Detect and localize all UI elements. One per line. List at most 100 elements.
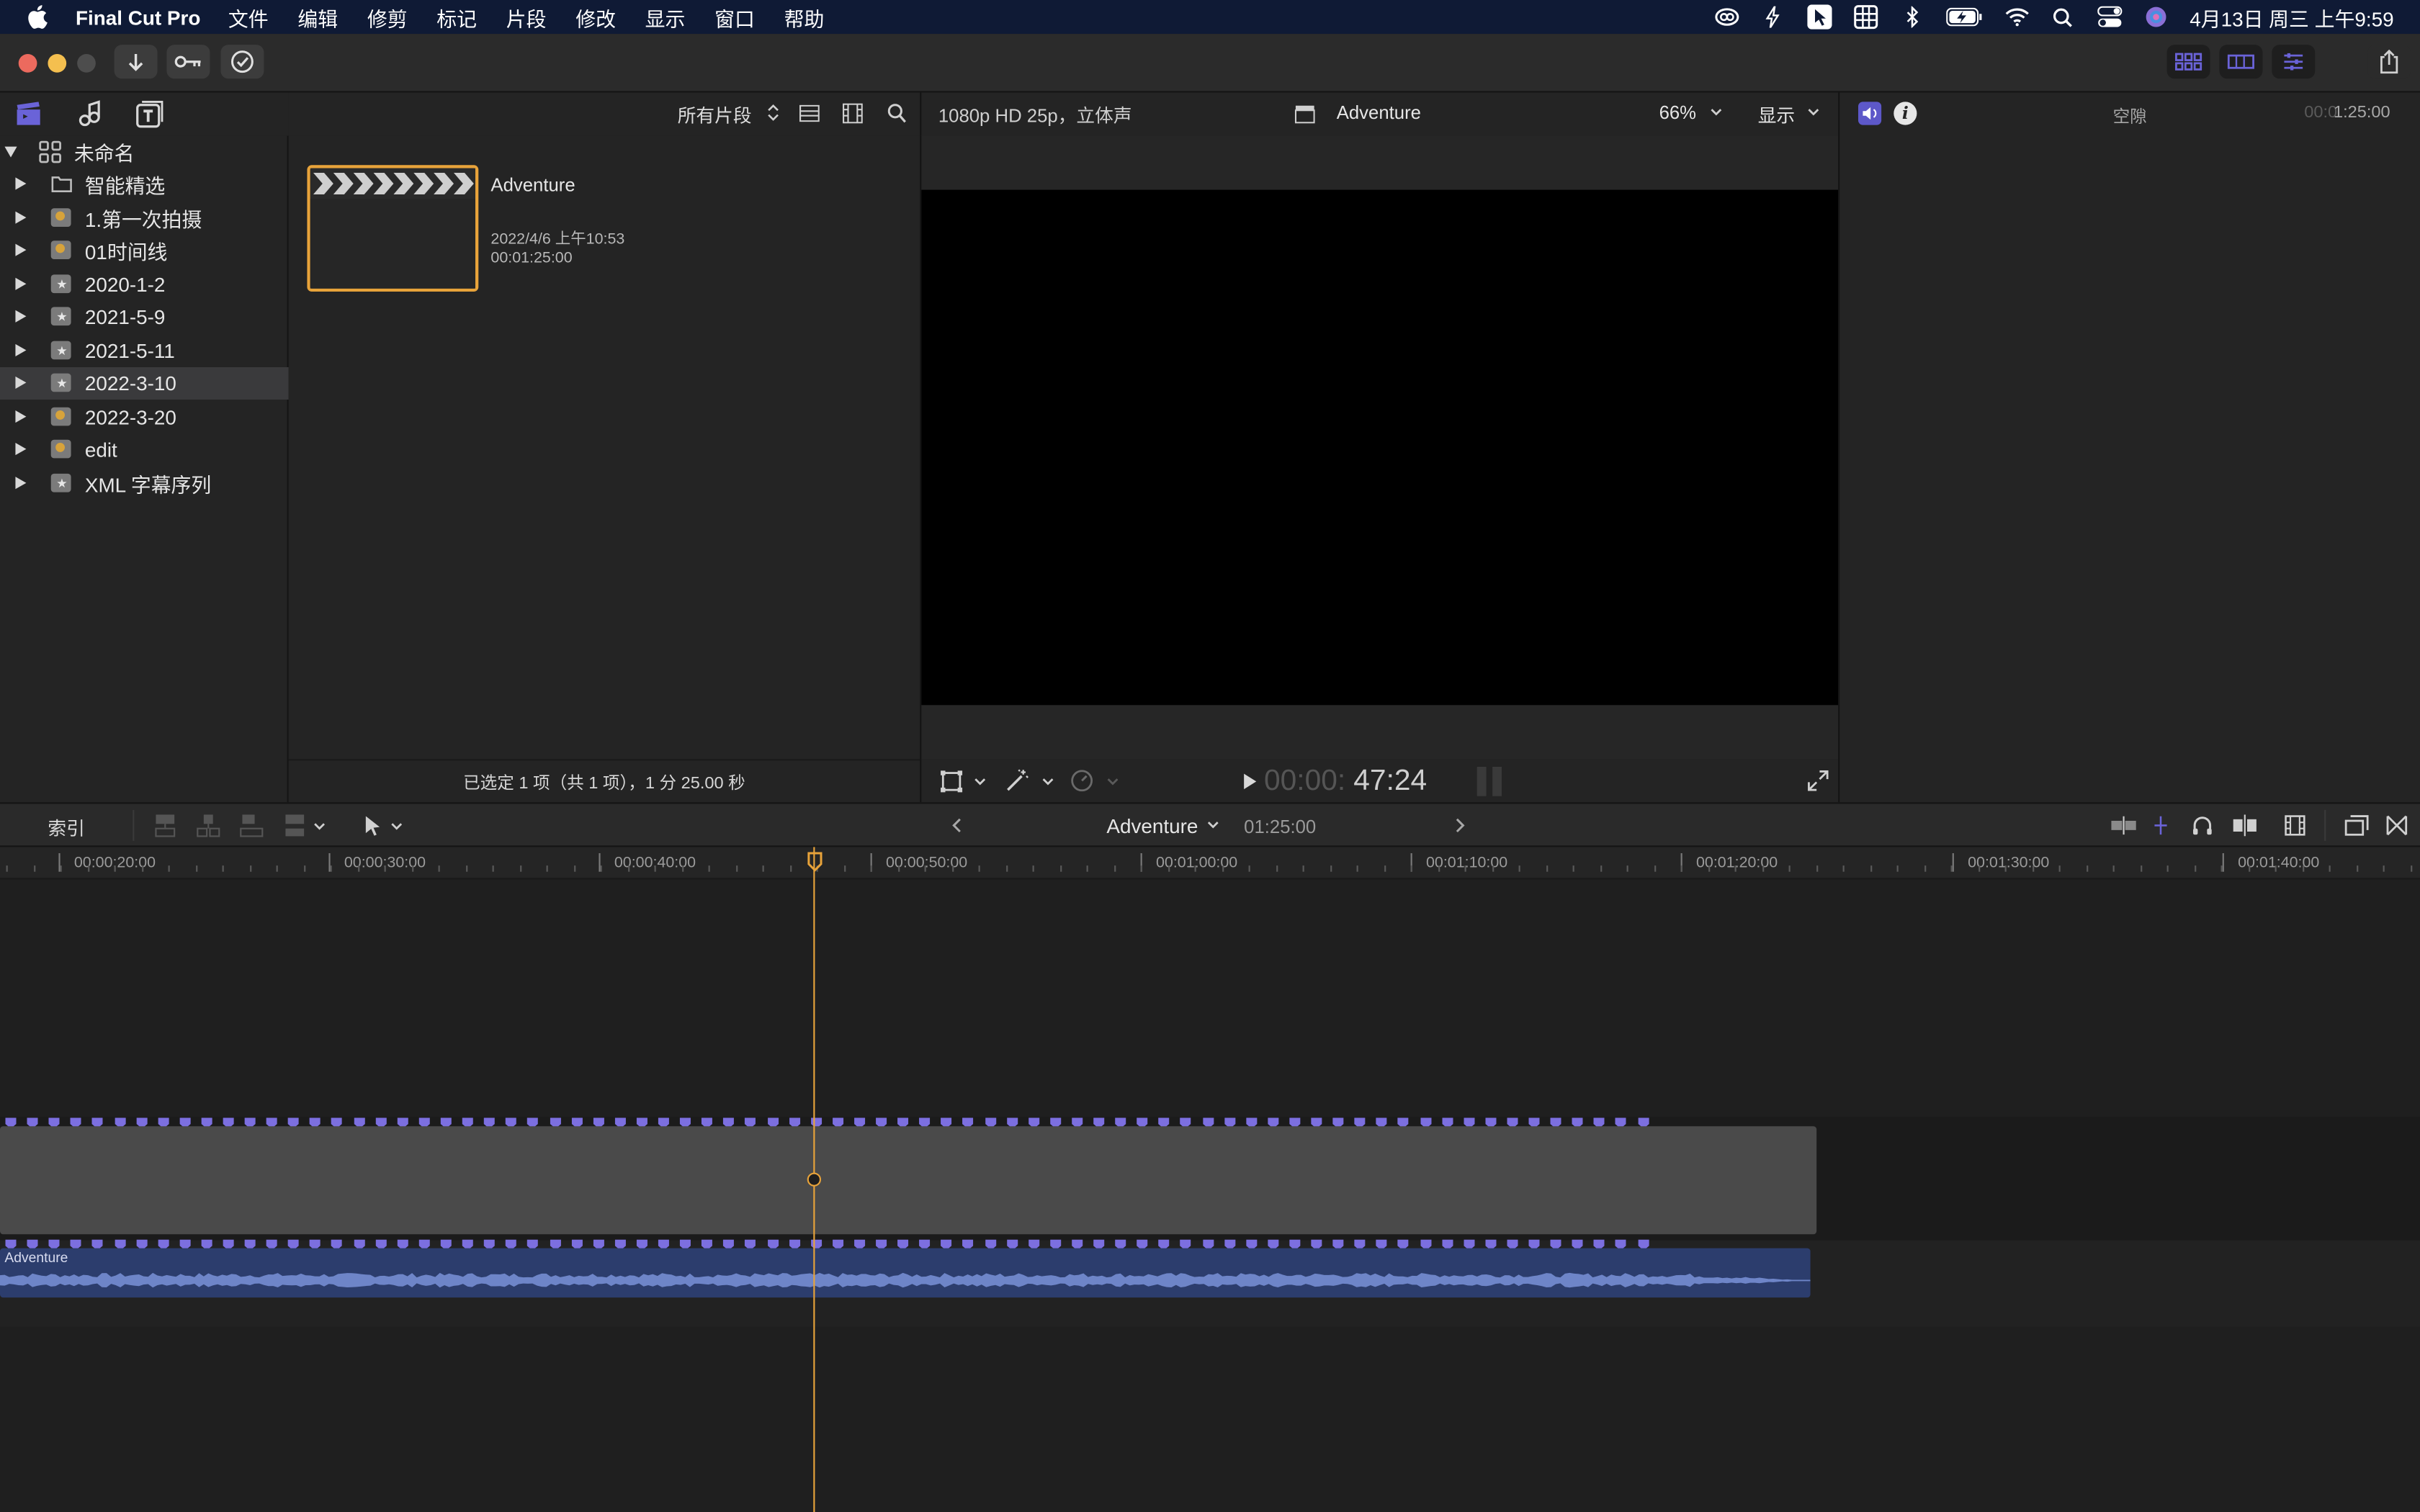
menu-modify[interactable]: 修改 bbox=[575, 2, 616, 32]
transform-icon[interactable] bbox=[940, 770, 963, 793]
select-tool-arrow-icon[interactable] bbox=[364, 814, 383, 837]
zoom-window-button[interactable] bbox=[77, 54, 96, 73]
menu-view[interactable]: 显示 bbox=[645, 2, 686, 32]
chevron-down-icon[interactable] bbox=[1106, 778, 1119, 787]
play-icon[interactable] bbox=[1242, 773, 1258, 791]
append-clip-icon[interactable] bbox=[239, 813, 264, 837]
spotlight-search-icon[interactable] bbox=[2051, 4, 2075, 29]
sidebar-item-event-selected[interactable]: ★ 2022-3-10 bbox=[0, 366, 289, 400]
creative-cloud-icon[interactable] bbox=[1714, 4, 1739, 29]
timeline-project-name[interactable]: Adventure bbox=[1106, 814, 1198, 837]
disclosure-open-icon[interactable] bbox=[4, 146, 17, 158]
disclosure-closed-icon[interactable] bbox=[15, 343, 27, 356]
photos-audio-tab[interactable] bbox=[76, 100, 104, 135]
share-button[interactable] bbox=[2367, 45, 2411, 79]
minimize-window-button[interactable] bbox=[48, 54, 67, 73]
headphones-icon[interactable] bbox=[2192, 814, 2213, 836]
menubar-clock[interactable]: 4月13日 周三 上午9:59 bbox=[2190, 2, 2393, 32]
keywords-button[interactable] bbox=[166, 45, 210, 79]
sidebar-item-smart-collections[interactable]: 智能精选 bbox=[0, 168, 289, 201]
effects-browser-icon[interactable] bbox=[2344, 814, 2369, 836]
menu-mark[interactable]: 标记 bbox=[436, 2, 477, 32]
timeline-area[interactable]: Adventure bbox=[0, 847, 2420, 1512]
disclosure-closed-icon[interactable] bbox=[15, 310, 27, 323]
background-tasks-button[interactable] bbox=[220, 45, 264, 79]
sidebar-item-event[interactable]: edit bbox=[0, 433, 289, 466]
list-view-icon[interactable] bbox=[799, 104, 820, 122]
show-inspector-toggle[interactable] bbox=[2272, 45, 2316, 79]
disclosure-closed-icon[interactable] bbox=[15, 443, 27, 456]
project-thumbnail[interactable] bbox=[307, 165, 479, 292]
sidebar-item-event[interactable]: ★ 2021-5-9 bbox=[0, 301, 289, 333]
bluetooth-icon[interactable] bbox=[1899, 4, 1924, 29]
timeline-index-button[interactable]: 索引 bbox=[48, 814, 84, 840]
gap-clip[interactable] bbox=[0, 1126, 1817, 1235]
sidebar-item-event[interactable]: 01时间线 bbox=[0, 235, 289, 267]
grid-app-icon[interactable] bbox=[1853, 4, 1878, 30]
import-button[interactable] bbox=[114, 45, 158, 79]
chevron-down-icon[interactable] bbox=[1041, 778, 1054, 787]
show-browser-toggle[interactable] bbox=[2166, 45, 2210, 79]
history-forward-icon[interactable] bbox=[1456, 818, 1466, 833]
clip-name[interactable]: Adventure bbox=[490, 174, 575, 196]
insert-clip-icon[interactable] bbox=[196, 813, 220, 837]
sidebar-item-event[interactable]: 2022-3-20 bbox=[0, 401, 289, 433]
menu-help[interactable]: 帮助 bbox=[784, 2, 825, 32]
history-back-icon[interactable] bbox=[951, 818, 962, 833]
video-canvas[interactable] bbox=[921, 189, 1840, 706]
audio-skimming-icon[interactable] bbox=[2150, 816, 2172, 835]
disclosure-closed-icon[interactable] bbox=[15, 376, 27, 389]
disclosure-closed-icon[interactable] bbox=[15, 410, 27, 423]
fullscreen-icon[interactable] bbox=[1807, 770, 1829, 791]
disclosure-closed-icon[interactable] bbox=[15, 177, 27, 190]
chevron-down-icon[interactable] bbox=[1807, 108, 1819, 117]
magic-wand-icon[interactable] bbox=[1005, 768, 1029, 793]
sidebar-item-event[interactable]: ★ 2021-5-11 bbox=[0, 335, 289, 367]
menu-clip[interactable]: 片段 bbox=[506, 2, 547, 32]
audio-inspector-tab[interactable] bbox=[1858, 102, 1882, 125]
chevron-down-icon[interactable] bbox=[1710, 108, 1722, 117]
cursor-app-icon[interactable] bbox=[1806, 4, 1832, 30]
clip-filter-label[interactable]: 所有片段 bbox=[678, 102, 752, 127]
control-center-icon[interactable] bbox=[2097, 4, 2122, 29]
timeline-ruler[interactable]: 00:00:20:00 00:00:30:00 00:00:40:00 00:0… bbox=[0, 847, 2420, 880]
disclosure-closed-icon[interactable] bbox=[15, 211, 27, 224]
show-timeline-toggle[interactable] bbox=[2219, 45, 2263, 79]
timecode[interactable]: 47:24 bbox=[1353, 765, 1427, 799]
chevron-down-icon[interactable] bbox=[390, 822, 403, 832]
app-name-menu[interactable]: Final Cut Pro bbox=[66, 6, 200, 29]
overwrite-clip-icon[interactable] bbox=[282, 813, 307, 837]
skimming-icon[interactable] bbox=[2110, 816, 2138, 835]
search-icon[interactable] bbox=[887, 104, 906, 124]
disclosure-closed-icon[interactable] bbox=[15, 277, 27, 290]
audio-clip[interactable]: Adventure bbox=[0, 1248, 1811, 1298]
close-window-button[interactable] bbox=[18, 54, 37, 73]
transitions-browser-icon[interactable] bbox=[2386, 814, 2408, 836]
lightning-icon[interactable] bbox=[1761, 4, 1785, 29]
titles-generators-tab[interactable] bbox=[136, 100, 164, 135]
info-tab[interactable]: i bbox=[1894, 102, 1917, 125]
chevron-down-icon[interactable] bbox=[1207, 821, 1219, 830]
filmstrip-view-icon[interactable] bbox=[843, 103, 863, 124]
siri-icon[interactable] bbox=[2143, 4, 2168, 29]
chevron-down-icon[interactable] bbox=[974, 778, 986, 787]
sidebar-item-event[interactable]: 1.第一次拍摄 bbox=[0, 202, 289, 235]
clip-appearance-icon[interactable] bbox=[2284, 814, 2305, 836]
sidebar-item-event[interactable]: ★ XML 字幕序列 bbox=[0, 467, 289, 500]
zoom-level[interactable]: 66% bbox=[1659, 102, 1696, 123]
menu-file[interactable]: 文件 bbox=[228, 2, 269, 32]
apple-icon[interactable] bbox=[26, 4, 50, 29]
libraries-tab[interactable] bbox=[14, 100, 45, 135]
sidebar-item-event[interactable]: ★ 2020-1-2 bbox=[0, 269, 289, 301]
menu-window[interactable]: 窗口 bbox=[714, 2, 755, 32]
view-options-label[interactable]: 显示 bbox=[1758, 102, 1795, 127]
chevron-down-icon[interactable] bbox=[313, 822, 326, 832]
disclosure-closed-icon[interactable] bbox=[15, 243, 27, 256]
battery-icon[interactable] bbox=[1945, 4, 1983, 29]
menu-trim[interactable]: 修剪 bbox=[367, 2, 408, 32]
disclosure-closed-icon[interactable] bbox=[15, 477, 27, 490]
speed-gauge-icon[interactable] bbox=[1070, 768, 1094, 793]
wifi-icon[interactable] bbox=[2004, 4, 2029, 29]
snapping-icon[interactable] bbox=[2232, 814, 2258, 837]
library-root[interactable]: 未命名 bbox=[0, 136, 289, 168]
